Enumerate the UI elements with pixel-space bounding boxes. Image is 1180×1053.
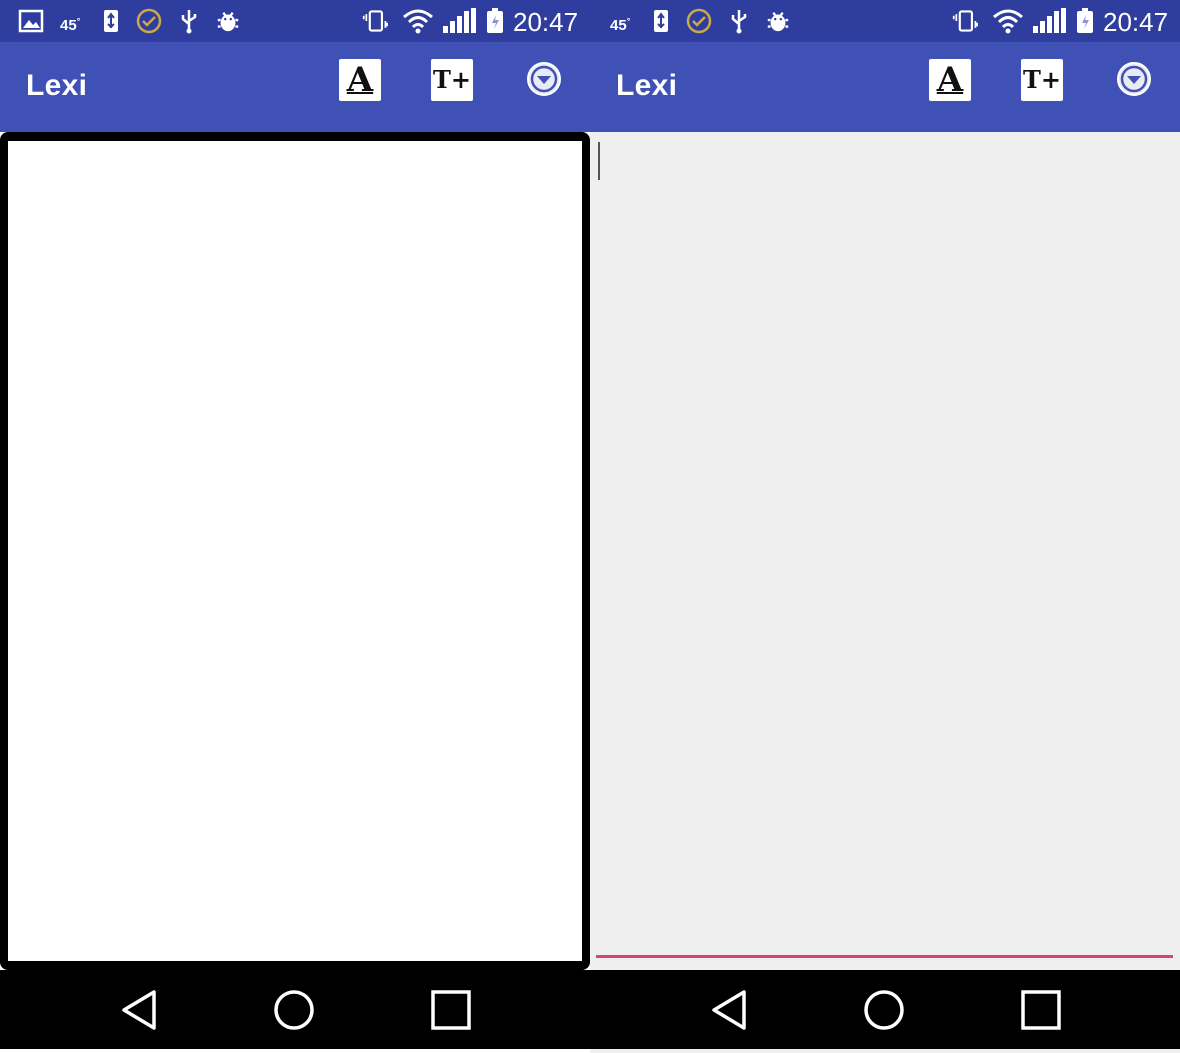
check-circle-icon: [136, 8, 162, 34]
dropdown-menu-button[interactable]: [525, 60, 563, 98]
font-style-button[interactable]: A: [339, 59, 381, 101]
battery-charging-icon: [1074, 8, 1096, 34]
drawing-canvas-frame: [0, 132, 590, 970]
text-size-icon: T+: [433, 65, 471, 94]
font-style-icon: A: [346, 60, 374, 100]
temperature-indicator: 45°: [610, 16, 631, 34]
bug-icon: [215, 8, 241, 34]
back-icon: [712, 990, 746, 1030]
dropdown-menu-button[interactable]: [1115, 60, 1153, 98]
vibrate-icon: [362, 8, 388, 34]
status-time: 20:47: [513, 7, 579, 37]
temperature-indicator: 45°: [60, 16, 81, 34]
wifi-icon: [992, 8, 1024, 34]
text-size-button[interactable]: T+: [431, 59, 473, 101]
recents-button[interactable]: [1019, 988, 1063, 1032]
status-bar: 45° 20:47: [590, 0, 1180, 42]
usb-storage-icon: [648, 8, 674, 34]
back-icon: [122, 990, 156, 1030]
right-screen: 45° 20:47 Lexi A T+: [590, 0, 1180, 1053]
navigation-bar: [0, 970, 590, 1049]
drawing-canvas[interactable]: [8, 141, 582, 961]
battery-charging-icon: [484, 8, 506, 34]
signal-icon: [442, 8, 476, 34]
home-icon: [274, 990, 314, 1030]
home-button[interactable]: [272, 988, 316, 1032]
recents-button[interactable]: [429, 988, 473, 1032]
navigation-bar: [590, 970, 1180, 1049]
text-size-icon: T+: [1023, 65, 1061, 94]
back-button[interactable]: [708, 988, 752, 1032]
home-button[interactable]: [862, 988, 906, 1032]
left-screen: 45° 20:47 Lexi A T+: [0, 0, 590, 1053]
status-bar: 45° 20:47: [0, 0, 590, 42]
font-style-button[interactable]: A: [929, 59, 971, 101]
recents-icon: [1021, 990, 1061, 1030]
app-title: Lexi: [616, 69, 678, 102]
gallery-icon: [18, 8, 44, 34]
recents-icon: [431, 990, 471, 1030]
back-button[interactable]: [118, 988, 162, 1032]
signal-icon: [1032, 8, 1066, 34]
usb-icon: [176, 8, 202, 34]
usb-icon: [726, 8, 752, 34]
app-title: Lexi: [26, 69, 88, 102]
usb-storage-icon: [98, 8, 124, 34]
text-field-underline: [596, 955, 1173, 958]
app-bar: Lexi A T+: [590, 42, 1180, 132]
text-size-button[interactable]: T+: [1021, 59, 1063, 101]
check-circle-icon: [686, 8, 712, 34]
wifi-icon: [402, 8, 434, 34]
text-editor-field[interactable]: [590, 132, 1180, 970]
status-time: 20:47: [1103, 7, 1169, 37]
text-cursor: [598, 142, 600, 180]
font-style-icon: A: [936, 60, 964, 100]
dropdown-circle-icon: [527, 62, 561, 96]
home-icon: [864, 990, 904, 1030]
bug-icon: [765, 8, 791, 34]
vibrate-icon: [952, 8, 978, 34]
dropdown-circle-icon: [1117, 62, 1151, 96]
app-bar: Lexi A T+: [0, 42, 590, 132]
